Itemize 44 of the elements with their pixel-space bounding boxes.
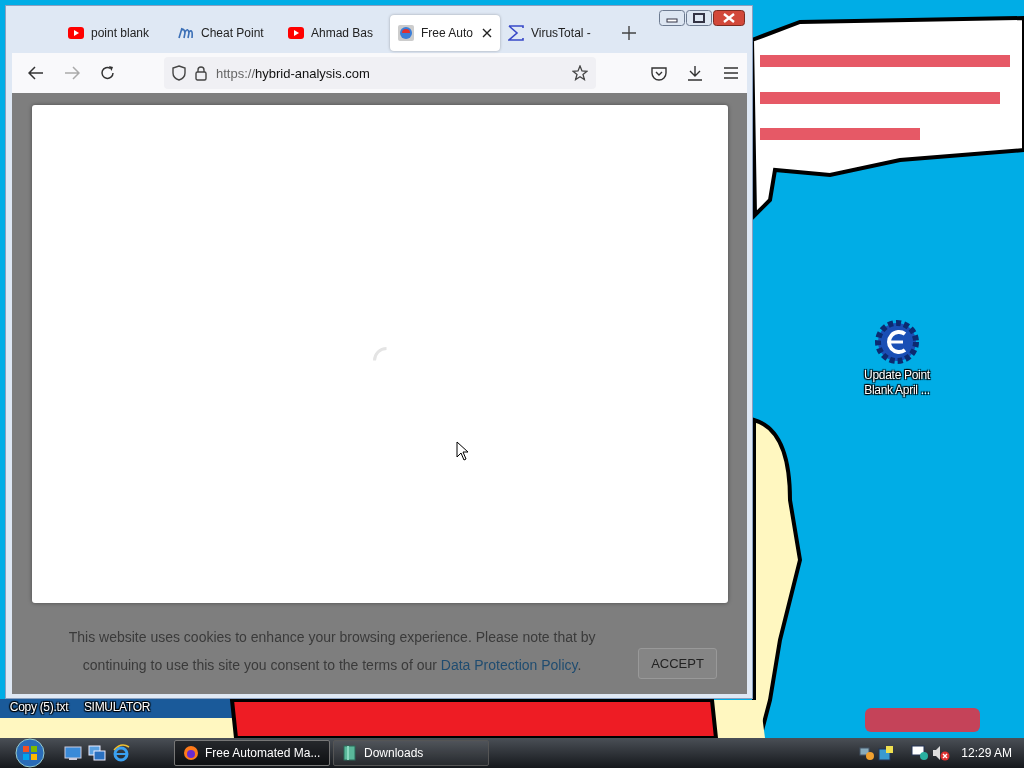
tab-icon bbox=[398, 25, 414, 41]
tab-icon bbox=[68, 25, 84, 41]
clock[interactable]: 12:29 AM bbox=[961, 746, 1012, 760]
reload-icon[interactable] bbox=[100, 65, 116, 81]
close-icon bbox=[482, 28, 492, 38]
folder-icon bbox=[342, 745, 358, 761]
browser-tab[interactable]: Free Auto bbox=[390, 15, 500, 51]
gear-icon bbox=[875, 318, 919, 366]
browser-icon[interactable] bbox=[112, 744, 130, 762]
icon-label[interactable]: Copy (5).txt bbox=[9, 700, 69, 715]
monitor-icon[interactable] bbox=[911, 745, 930, 761]
close-button[interactable] bbox=[713, 10, 745, 26]
address-bar[interactable]: https://hybrid-analysis.com bbox=[164, 57, 596, 89]
menu-icon[interactable] bbox=[723, 67, 739, 79]
minimize-button[interactable] bbox=[659, 10, 685, 26]
browser-tab[interactable]: point blank bbox=[60, 15, 170, 51]
pocket-icon[interactable] bbox=[651, 65, 667, 81]
maximize-button[interactable] bbox=[686, 10, 712, 26]
notes-icon[interactable] bbox=[878, 745, 895, 761]
accept-button[interactable]: ACCEPT bbox=[638, 648, 717, 679]
tab-icon bbox=[178, 25, 194, 41]
loading-spinner bbox=[372, 347, 387, 361]
browser-icon bbox=[183, 745, 199, 761]
taskbar-button[interactable]: Free Automated Ma... bbox=[174, 740, 330, 766]
desktop-icon[interactable] bbox=[64, 745, 82, 761]
volume-muted-icon[interactable] bbox=[932, 745, 951, 761]
browser-tab[interactable]: Ahmad Bas bbox=[280, 15, 390, 51]
icon-label[interactable]: SIMULATOR bbox=[83, 700, 151, 715]
tab-icon bbox=[288, 25, 304, 41]
cookie-notice: This website uses cookies to enhance your browsing experience. Please note that by continuing to use this site you consent to the terms of our Data Protection Policy. bbox=[67, 628, 597, 675]
tab-icon bbox=[508, 25, 524, 41]
shield-icon bbox=[172, 65, 186, 81]
browser-tab[interactable]: VirusTotal - bbox=[500, 15, 610, 51]
windows-icon[interactable] bbox=[88, 745, 106, 761]
download-icon[interactable] bbox=[687, 65, 703, 81]
url-text: https://hybrid-analysis.com bbox=[216, 65, 371, 81]
network-icon[interactable] bbox=[859, 745, 876, 761]
taskbar-button[interactable]: Downloads bbox=[333, 740, 489, 766]
lock-icon bbox=[195, 65, 207, 81]
back-icon[interactable] bbox=[28, 66, 44, 80]
cursor-icon bbox=[456, 441, 470, 461]
new-tab-icon[interactable] bbox=[622, 26, 636, 40]
star-icon[interactable] bbox=[572, 65, 588, 81]
browser-tab[interactable]: Cheat Point bbox=[170, 15, 280, 51]
